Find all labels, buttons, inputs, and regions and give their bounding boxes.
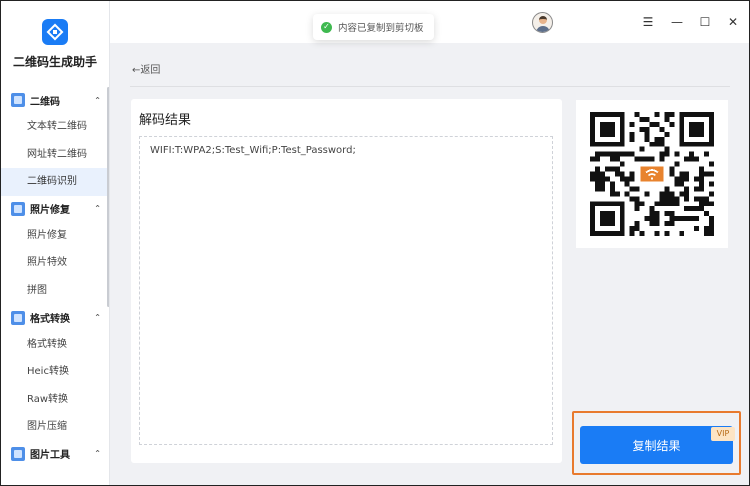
toast-text: 内容已复制到剪切板 — [338, 23, 424, 34]
decode-result-panel: 解码结果 WIFI:T:WPA2;S:Test_Wifi;P:Test_Pass… — [131, 99, 562, 463]
chevron-up-icon: ⌃ — [94, 449, 101, 459]
chevron-up-icon: ⌃ — [94, 313, 101, 323]
sidebar-item-text-to-qr[interactable]: 文本转二维码 — [1, 113, 109, 141]
sidebar-item-qr-recognize[interactable]: 二维码识别 — [1, 168, 109, 196]
minimize-icon[interactable]: — — [670, 15, 684, 29]
back-link[interactable]: ←返回 — [132, 61, 160, 76]
sidebar-item-photo-effects[interactable]: 照片特效 — [1, 249, 109, 277]
section-title: 照片修复 — [30, 205, 70, 217]
divider — [130, 86, 730, 87]
sidebar-item-heic-convert[interactable]: Heic转换 — [1, 358, 109, 386]
result-text: WIFI:T:WPA2;S:Test_Wifi;P:Test_Password; — [150, 145, 356, 156]
check-circle-icon: ✓ — [321, 21, 332, 33]
title-bar: ✓ 内容已复制到剪切板 ☰ — ☐ ✕ — [110, 1, 749, 43]
close-icon[interactable]: ✕ — [726, 15, 740, 29]
decode-result-text[interactable]: WIFI:T:WPA2;S:Test_Wifi;P:Test_Password; — [139, 136, 553, 445]
copy-success-toast: ✓ 内容已复制到剪切板 — [313, 14, 434, 40]
qrcode-section-icon — [11, 93, 25, 107]
panel-title: 解码结果 — [139, 113, 192, 128]
qr-preview-card — [576, 100, 728, 248]
sidebar-scrollbar[interactable] — [107, 87, 109, 307]
section-photo-repair[interactable]: 照片修复 ⌃ — [1, 196, 109, 222]
sidebar-item-raw-convert[interactable]: Raw转换 — [1, 386, 109, 414]
photo-repair-section-icon — [11, 201, 25, 216]
sidebar-item-image-compress[interactable]: 图片压缩 — [1, 413, 109, 441]
sidebar: 二维码生成助手 二维码 ⌃ 文本转二维码 网址转二维码 二维码识别 照片修复 ⌃… — [1, 1, 110, 485]
user-avatar[interactable] — [532, 12, 553, 33]
app-name: 二维码生成助手 — [12, 55, 97, 69]
section-format-convert[interactable]: 格式转换 ⌃ — [1, 305, 109, 331]
sidebar-item-url-to-qr[interactable]: 网址转二维码 — [1, 141, 109, 169]
section-title: 二维码 — [30, 96, 60, 108]
menu-icon[interactable]: ☰ — [641, 15, 655, 29]
qrcode-image — [590, 112, 714, 236]
image-tools-section-icon — [11, 446, 25, 461]
sidebar-item-photo-repair[interactable]: 照片修复 — [1, 222, 109, 250]
section-qrcode[interactable]: 二维码 ⌃ — [1, 87, 109, 113]
format-convert-section-icon — [11, 310, 25, 325]
sidebar-item-format-convert[interactable]: 格式转换 — [1, 331, 109, 359]
app-logo-icon — [42, 19, 68, 45]
vip-badge: VIP — [711, 427, 735, 441]
maximize-icon[interactable]: ☐ — [698, 15, 712, 29]
brand: 二维码生成助手 — [1, 1, 109, 87]
chevron-up-icon: ⌃ — [94, 204, 101, 214]
chevron-up-icon: ⌃ — [94, 95, 101, 105]
copy-highlight-frame: 复制结果 VIP — [572, 411, 741, 475]
section-title: 格式转换 — [30, 314, 70, 326]
section-title: 图片工具 — [30, 450, 70, 462]
sidebar-item-collage[interactable]: 拼图 — [1, 277, 109, 305]
section-image-tools[interactable]: 图片工具 ⌃ — [1, 441, 109, 467]
